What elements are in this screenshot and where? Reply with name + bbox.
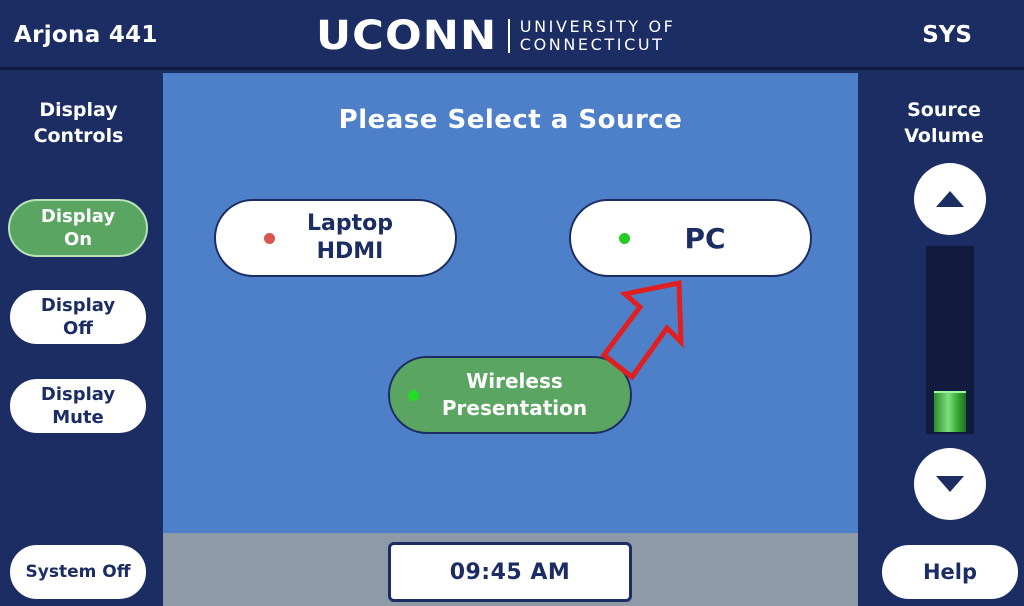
logo-separator (507, 19, 510, 53)
source-volume-title: Source Volume (864, 97, 1024, 149)
display-controls-title-line1: Display (39, 99, 118, 121)
source-pc-label: PC (684, 221, 726, 255)
source-laptop-hdmi-label-line1: Laptop (307, 211, 393, 236)
volume-up-button[interactable] (914, 163, 986, 235)
triangle-down-icon (936, 476, 964, 492)
display-off-button[interactable]: Display Off (8, 288, 148, 346)
sys-button[interactable]: SYS (922, 22, 972, 48)
display-mute-label-line2: Mute (52, 407, 104, 428)
source-laptop-hdmi-button[interactable]: Laptop HDMI (214, 199, 457, 277)
clock-display: 09:45 AM (388, 542, 632, 602)
source-wireless-presentation-button[interactable]: Wireless Presentation (388, 356, 632, 434)
display-mute-label-line1: Display (40, 384, 116, 405)
logo-subtitle-line2: CONNECTICUT (519, 35, 665, 54)
source-pc-button[interactable]: PC (569, 199, 812, 277)
display-on-button[interactable]: Display On (8, 199, 148, 257)
status-dot-icon (264, 232, 275, 244)
status-dot-icon (408, 389, 419, 401)
volume-level-fill (934, 390, 966, 432)
display-on-label-line2: On (63, 229, 93, 250)
display-off-label-line1: Display (40, 295, 116, 316)
source-selection-panel: Please Select a Source (163, 73, 858, 533)
system-off-button[interactable]: System Off (8, 543, 148, 601)
header-bar: Arjona 441 UCONN UNIVERSITY OF CONNECTIC… (0, 0, 1024, 70)
source-wireless-presentation-label: Wireless Presentation (419, 368, 630, 422)
source-laptop-hdmi-label: Laptop HDMI (275, 210, 455, 266)
source-wireless-presentation-label-line2: Presentation (441, 396, 588, 420)
display-controls-title: Display Controls (0, 97, 157, 149)
source-laptop-hdmi-label-line2: HDMI (316, 239, 384, 264)
help-button[interactable]: Help (880, 543, 1020, 601)
volume-down-button[interactable] (914, 448, 986, 520)
source-wireless-presentation-label-line1: Wireless (466, 369, 563, 393)
display-controls-title-line2: Controls (33, 125, 124, 147)
display-on-label-line1: Display (40, 206, 116, 227)
triangle-up-icon (936, 191, 964, 207)
source-volume-title-line2: Volume (904, 125, 984, 147)
logo-subtitle: UNIVERSITY OF CONNECTICUT (520, 18, 676, 54)
page-title: Please Select a Source (338, 105, 683, 135)
logo-wordmark: UCONN (316, 13, 498, 59)
source-volume-title-line1: Source (907, 99, 981, 121)
room-name: Arjona 441 (14, 22, 158, 48)
logo-subtitle-line1: UNIVERSITY OF (519, 17, 676, 36)
uconn-logo: UCONN UNIVERSITY OF CONNECTICUT (316, 15, 675, 57)
display-mute-button[interactable]: Display Mute (8, 377, 148, 435)
status-dot-icon (619, 232, 630, 244)
volume-meter[interactable] (926, 246, 974, 434)
display-off-label-line2: Off (63, 318, 93, 339)
